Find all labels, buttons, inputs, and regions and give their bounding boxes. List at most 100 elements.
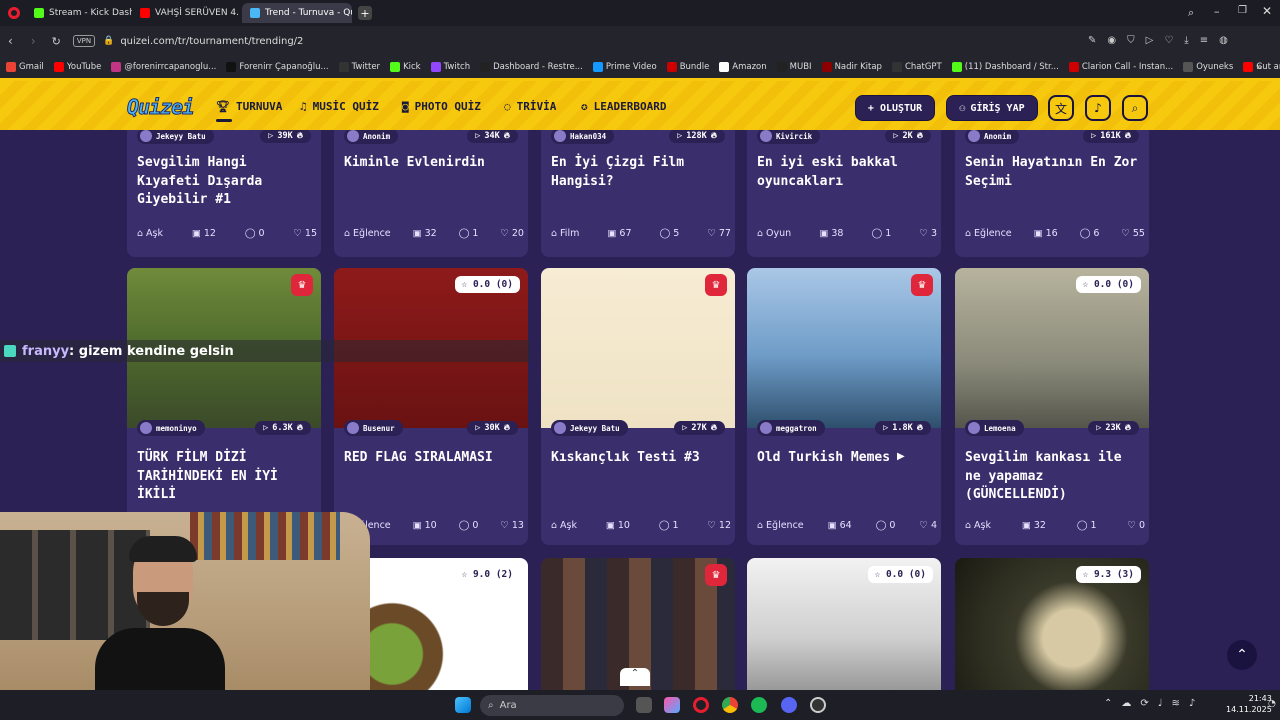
card-title[interactable]: En İyi Çizgi Film Hangisi? (551, 154, 727, 191)
maximize-icon[interactable]: ❐ (1238, 5, 1247, 16)
chrome-icon[interactable] (722, 697, 738, 713)
tournament-card[interactable]: Jekeyy Batu ▷ 39K 🔥︎ Sevgilim Hangi Kıyafeti… (127, 130, 321, 257)
bookmark-item[interactable]: Kick (390, 62, 421, 72)
card-title[interactable]: Sevgilim kankası ile ne yapamaz (GÜNCELL… (965, 449, 1141, 505)
author-chip[interactable]: Jekeyy Batu (137, 130, 214, 144)
create-button[interactable]: + OLUŞTUR (855, 95, 935, 121)
author-chip[interactable]: Lemoena (965, 420, 1024, 436)
edit-icon[interactable]: ✎ (1088, 35, 1096, 46)
category-tag[interactable]: ⌂Eğlence (757, 520, 804, 531)
cloud-icon[interactable]: ☁ (1121, 698, 1131, 709)
notifications-button[interactable]: ♪ (1085, 95, 1111, 121)
comment-count[interactable]: ◯ 0 (876, 520, 896, 531)
profile-icon[interactable]: ◍ (1219, 35, 1228, 46)
category-tag[interactable]: ⌂ Film (551, 228, 579, 239)
author-chip[interactable]: Jekeyy Batu (551, 420, 628, 436)
language-button[interactable]: 文 (1048, 95, 1074, 121)
menu-icon[interactable]: ≡ (1200, 35, 1208, 46)
volume-icon[interactable]: ♪ (1189, 698, 1195, 709)
forward-icon[interactable]: › (31, 34, 36, 48)
card-title[interactable]: Sevgilim Hangi Kıyafeti Dışarda Giyebili… (137, 154, 313, 210)
tournament-card[interactable]: ☆ 0.0 (0) (747, 558, 941, 690)
card-title[interactable]: Senin Hayatının En Zor Seçimi (965, 154, 1141, 191)
chevron-up-icon[interactable]: ⌃ (1104, 698, 1112, 709)
bookmark-item[interactable]: Nadir Kitap (821, 62, 882, 72)
tournament-card[interactable]: ♛ Jekeyy Batu ▷ 27K 🔥︎ Kıskançlık Testi #3 ⌂ Aş… (541, 268, 735, 545)
bookmark-item[interactable]: Forenirr Çapanoğlu... (226, 62, 329, 72)
bookmark-item[interactable]: Gmail (6, 62, 44, 72)
author-chip[interactable]: Hakan034 (551, 130, 615, 144)
comment-count[interactable]: ◯ 6 (1080, 228, 1100, 239)
tournament-card[interactable]: ♛ meggatron ▷ 1.8K 🔥︎ Old Turkish Memes ▶ ⌂ Eğl… (747, 268, 941, 545)
search-tabs-icon[interactable]: ⌕ (1188, 6, 1194, 20)
heart-icon[interactable]: ♡ (1164, 35, 1173, 46)
login-button[interactable]: ⚇ GİRİŞ YAP (946, 95, 1038, 121)
like-count[interactable]: ♡ 13 (500, 520, 524, 531)
bookmark-item[interactable]: Prime Video (592, 62, 657, 72)
scroll-to-top-button[interactable]: ⌃ (1227, 640, 1257, 670)
discord-icon[interactable] (781, 697, 797, 713)
tournament-card[interactable]: ☆ 0.0 (0) Lemoena ▷ 23K 🔥︎ Sevgilim kankası i… (955, 268, 1149, 545)
task-view-icon[interactable] (636, 697, 652, 713)
author-chip[interactable]: Anonim (344, 130, 399, 144)
play-icon[interactable]: ▷ (1146, 35, 1154, 46)
tournament-card[interactable]: Kivircik ▷ 2K 🔥︎ En iyi eski bakkal oyuncakl… (747, 130, 941, 257)
nav-leaderboard[interactable]: ✪ LEADERBOARD (581, 100, 666, 113)
bookmark-item[interactable]: Twitter (338, 62, 380, 72)
tournament-card[interactable]: ☆ 9.3 (3) (955, 558, 1149, 690)
url-field[interactable]: quizei.com/tr/tournament/trending/2 (120, 36, 303, 47)
bookmark-item[interactable]: ChatGPT (891, 62, 942, 72)
comment-count[interactable]: ◯ 0 (245, 228, 265, 239)
nav-photo-quiz[interactable]: ◙ PHOTO QUİZ (402, 100, 481, 113)
category-tag[interactable]: ⌂ Oyun (757, 228, 791, 239)
category-tag[interactable]: ⌂ Aşk (137, 228, 163, 239)
card-title[interactable]: Old Turkish Memes (757, 449, 933, 468)
bookmark-item[interactable]: Oyuneks (1183, 62, 1233, 72)
comment-count[interactable]: ◯ 1 (872, 228, 892, 239)
sync-icon[interactable]: ⟳ (1140, 698, 1148, 709)
tab-quizei[interactable]: Trend - Turnuva - Quizei (242, 3, 352, 23)
comment-count[interactable]: ◯ 1 (459, 228, 479, 239)
comment-count[interactable]: ◯ 1 (1077, 520, 1097, 531)
download-icon[interactable]: ⤓ (1184, 35, 1188, 46)
wifi-icon[interactable]: ≋ (1172, 698, 1180, 709)
like-count[interactable]: ♡ 15 (293, 228, 317, 239)
like-count[interactable]: ♡ 77 (707, 228, 731, 239)
taskbar-search[interactable]: ⌕ Ara (480, 695, 624, 716)
copilot-icon[interactable] (664, 697, 680, 713)
search-button[interactable]: ⌕ (1122, 95, 1148, 121)
nav-trivia[interactable]: ◌ TRİVİA (504, 100, 556, 113)
close-icon[interactable]: ✕ (1262, 4, 1272, 18)
like-count[interactable]: ♡ 0 (1127, 520, 1145, 531)
more-bookmarks-icon[interactable]: » (1256, 60, 1263, 73)
spotify-icon[interactable] (751, 697, 767, 713)
author-chip[interactable]: memoninyo (137, 420, 205, 436)
author-chip[interactable]: meggatron (757, 420, 825, 436)
like-count[interactable]: ♡ 3 (919, 228, 937, 239)
tournament-card[interactable]: Anonim ▷ 34K 🔥︎ Kiminle Evlenirdin ⌂ Eğlence ▣ 3… (334, 130, 528, 257)
reload-icon[interactable]: ↻ (52, 35, 61, 48)
bookmark-item[interactable]: YouTube (53, 62, 101, 72)
bookmark-item[interactable]: Dashboard - Restre... (480, 62, 583, 72)
windows-start-icon[interactable] (455, 697, 471, 713)
bookmark-item[interactable]: Amazon (719, 62, 767, 72)
tab-kick-dashboard[interactable]: Stream - Kick Dashboard (26, 3, 132, 23)
card-title[interactable]: Kıskançlık Testi #3 (551, 449, 727, 468)
category-tag[interactable]: ⌂ Aşk (965, 520, 991, 531)
quizei-logo[interactable]: Quizei (126, 95, 194, 120)
author-chip[interactable]: Kivircik (757, 130, 821, 144)
bookmark-item[interactable]: (11) Dashboard / Str... (951, 62, 1059, 72)
bookmark-item[interactable]: Twitch (430, 62, 470, 72)
comment-count[interactable]: ◯ 5 (660, 228, 680, 239)
bookmark-item[interactable]: Bundle (666, 62, 709, 72)
comment-count[interactable]: ◯ 0 (459, 520, 479, 531)
category-tag[interactable]: ⌂Eğlence (965, 228, 1012, 239)
minimize-icon[interactable]: – (1214, 5, 1220, 18)
clock[interactable]: 21:43 14.11.2025 (1226, 693, 1272, 715)
card-title[interactable]: TÜRK FİLM DİZİ TARİHİNDEKİ EN İYİ İKİLİ (137, 449, 313, 505)
bookmark-item[interactable]: @forenirrcapanoglu... (111, 62, 216, 72)
tournament-card[interactable]: Hakan034 ▷ 128K 🔥︎ En İyi Çizgi Film Hangisi… (541, 130, 735, 257)
tournament-card[interactable]: Anonim ▷ 161K 🔥︎ Senin Hayatının En Zor Seçi… (955, 130, 1149, 257)
like-count[interactable]: ♡ 4 (919, 520, 937, 531)
bookmark-item[interactable]: Clarion Call - Instan... (1068, 62, 1173, 72)
